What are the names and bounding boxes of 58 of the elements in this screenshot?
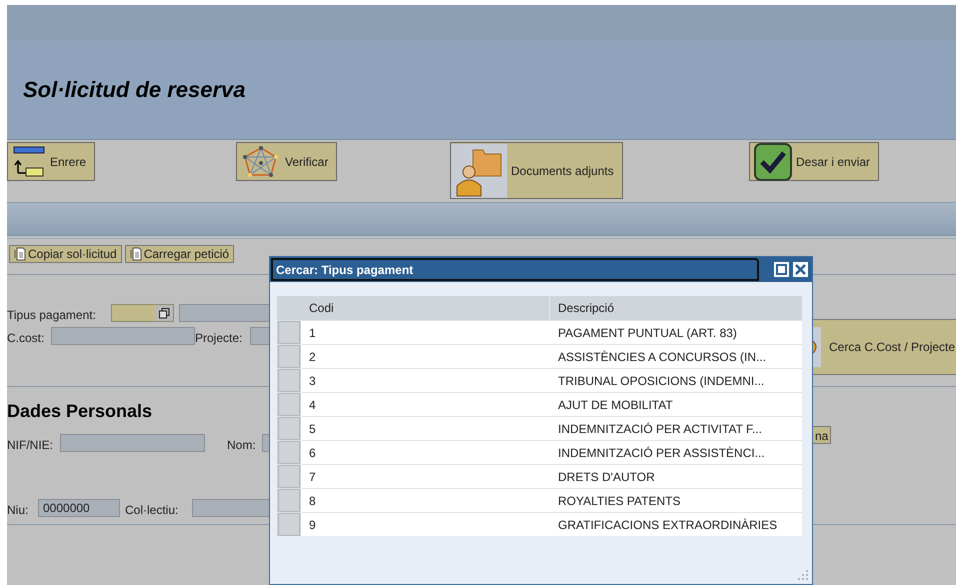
field-label: NIF/NIE: <box>7 437 54 454</box>
table-cell: ROYALTIES PATENTS <box>550 489 802 512</box>
toolbar-button[interactable]: Enrere <box>7 142 96 181</box>
field-label: Projecte: <box>195 330 242 347</box>
row-selector[interactable] <box>278 393 300 416</box>
table-cell: INDEMNITZACIÓ PER ASSISTÈNCI... <box>550 441 802 464</box>
table-cell: GRATIFICACIONS EXTRAORDINÀRIES <box>550 513 802 536</box>
table-cell: 2 <box>301 345 550 368</box>
maximize-icon[interactable] <box>774 262 789 277</box>
table-cell: 4 <box>301 393 550 416</box>
field-label: Niu: <box>7 502 28 519</box>
input-field[interactable]: 0000000 <box>38 499 120 517</box>
action-button[interactable]: Copiar sol·licitud <box>9 245 122 263</box>
table-cell: PAGAMENT PUNTUAL (ART. 83) <box>550 321 802 344</box>
resize-grip-icon <box>797 569 809 581</box>
table-cell: 1 <box>301 321 550 344</box>
section-heading: Dades Personals <box>7 400 152 423</box>
table-cell: 6 <box>301 441 550 464</box>
field-label: Col·lectiu: <box>125 502 178 519</box>
toolbar-button[interactable]: Documents adjunts <box>450 142 623 199</box>
column-header[interactable]: Codi <box>301 296 550 320</box>
field-label: C.cost: <box>7 330 44 347</box>
table-cell: AJUT DE MOBILITAT <box>550 393 802 416</box>
table-cell: 7 <box>301 465 550 488</box>
row-selector[interactable] <box>278 465 300 488</box>
field-label: Tipus pagament: <box>7 307 96 324</box>
close-icon[interactable] <box>793 262 808 277</box>
table-cell: DRETS D'AUTOR <box>550 465 802 488</box>
table-cell: 8 <box>301 489 550 512</box>
page-title: Sol·licitud de reserva <box>23 76 246 104</box>
table-cell: ASSISTÈNCIES A CONCURSOS (IN... <box>550 345 802 368</box>
table-cell: 5 <box>301 417 550 440</box>
row-selector[interactable] <box>278 417 300 440</box>
value-help-icon <box>158 308 170 318</box>
toolbar-button[interactable]: Desar i enviar <box>749 142 880 181</box>
row-selector[interactable] <box>278 513 300 536</box>
action-button[interactable]: Carregar petició <box>124 245 234 263</box>
checkmark-icon <box>754 142 792 180</box>
row-selector[interactable] <box>278 441 300 464</box>
input-field[interactable] <box>51 327 195 345</box>
field-label: Nom: <box>227 437 256 454</box>
document-icon <box>14 247 26 261</box>
toolbar-button[interactable]: Verificar <box>236 142 338 181</box>
button[interactable]: na <box>812 426 832 444</box>
row-selector[interactable] <box>278 369 300 392</box>
row-selector[interactable] <box>278 489 300 512</box>
folder-person-icon <box>451 144 507 198</box>
table-cell: TRIBUNAL OPOSICIONS (INDEMNI... <box>550 369 802 392</box>
table-cell: 9 <box>301 513 550 536</box>
input-field[interactable] <box>60 434 205 452</box>
back-icon <box>12 146 46 178</box>
table-cell: INDEMNITZACIÓ PER ACTIVITAT F... <box>550 417 802 440</box>
table-cell: 3 <box>301 369 550 392</box>
document-icon <box>130 247 142 261</box>
network-icon <box>241 144 281 178</box>
input-field[interactable] <box>111 304 174 322</box>
dialog-title: Cercar: Tipus pagament <box>271 258 759 281</box>
column-header[interactable]: Descripció <box>550 296 802 320</box>
